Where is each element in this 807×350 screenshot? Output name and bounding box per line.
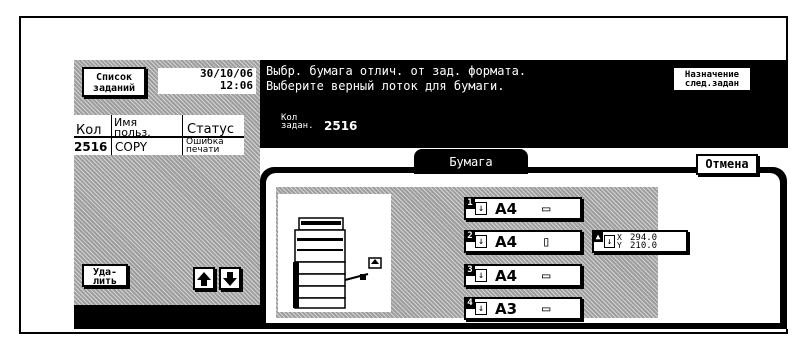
- tray-number: 4: [465, 298, 475, 309]
- bypass-y-value: 210.0: [630, 241, 658, 251]
- delete-button[interactable]: Уда- лить: [82, 264, 128, 287]
- tray-1-button[interactable]: 1 ↓ A4 ▭: [464, 197, 582, 220]
- bypass-axis-labels: X Y: [617, 234, 622, 250]
- bypass-icon: ▲: [593, 231, 603, 242]
- landscape-orientation-icon: ▭: [542, 201, 551, 217]
- display-frame: Список заданий 30/10/06 12:06 Кол Имя по…: [19, 16, 788, 334]
- tray-number: 1: [465, 198, 475, 209]
- tray-size: A4: [495, 233, 518, 251]
- table-row[interactable]: 2516 COPY Ошибка печати: [74, 138, 244, 155]
- next-job-button[interactable]: Назначение след.задан: [672, 66, 752, 92]
- tray-4-button[interactable]: 4 ↓ A3 ▭: [464, 297, 582, 320]
- message-line-1: Выбр. бумага отлич. от зад. формата.: [266, 64, 527, 78]
- printer-diagram-area: 1 2 3 4: [278, 194, 391, 312]
- printer-tray-label-1: 1: [299, 266, 305, 276]
- feed-icon: ↓: [475, 269, 487, 282]
- bypass-y-label: Y: [617, 241, 622, 250]
- tray-number: 2: [465, 231, 475, 242]
- row-user: COPY: [115, 140, 148, 154]
- down-arrow-icon: [223, 272, 237, 286]
- left-bottom-bar: [74, 305, 260, 329]
- landscape-orientation-icon: ▭: [542, 268, 551, 284]
- feed-icon: ↓: [475, 302, 487, 315]
- tab-paper[interactable]: Бумага: [414, 149, 528, 174]
- col-header-status: Статус: [187, 122, 235, 137]
- job-list-button[interactable]: Список заданий: [82, 67, 146, 97]
- date-time-display: 30/10/06 12:06: [158, 68, 256, 94]
- printer-tray-label-3: 3: [299, 290, 305, 300]
- row-count: 2516: [74, 140, 108, 154]
- portrait-orientation-icon: ▯: [542, 234, 551, 250]
- landscape-orientation-icon: ▭: [542, 301, 551, 317]
- bypass-values: 294.0 210.0: [630, 234, 658, 251]
- printer-tray-label-4: 4: [299, 300, 305, 310]
- job-table: Кол Имя польз. Статус 2516 COPY Ошибка п…: [74, 115, 244, 155]
- up-arrow-icon: [197, 272, 211, 286]
- scroll-down-button[interactable]: [219, 267, 241, 290]
- tray-number: 3: [465, 265, 475, 276]
- tray-size: A4: [495, 200, 518, 218]
- job-count-value: 2516: [324, 119, 358, 133]
- bypass-tray-button[interactable]: ▲ ↓ X Y 294.0 210.0: [592, 230, 688, 253]
- col-header-user: Имя польз.: [114, 116, 151, 139]
- tray-size: A4: [495, 267, 518, 285]
- tray-2-button[interactable]: 2 ↓ A4 ▯: [464, 230, 582, 253]
- cancel-button[interactable]: Отмена: [696, 154, 758, 175]
- tray-size: A3: [495, 300, 518, 318]
- printer-diagram-icon: [293, 217, 382, 309]
- row-status: Ошибка печати: [186, 137, 224, 155]
- feed-icon: ↓: [604, 235, 615, 248]
- scroll-up-button[interactable]: [193, 267, 215, 290]
- job-count-label: Кол задан.: [281, 113, 314, 131]
- touch-screen: Список заданий 30/10/06 12:06 Кол Имя по…: [74, 60, 788, 329]
- tray-3-button[interactable]: 3 ↓ A4 ▭: [464, 264, 582, 287]
- printer-tray-label-2: 2: [299, 278, 305, 288]
- message-line-2: Выберите верный лоток для бумаги.: [266, 79, 505, 93]
- time-text: 12:06: [219, 79, 253, 92]
- message-text: Выбр. бумага отлич. от зад. формата. Выб…: [266, 64, 526, 94]
- feed-icon: ↓: [475, 202, 487, 215]
- tab-paper-label: Бумага: [449, 155, 493, 169]
- feed-icon: ↓: [475, 235, 487, 248]
